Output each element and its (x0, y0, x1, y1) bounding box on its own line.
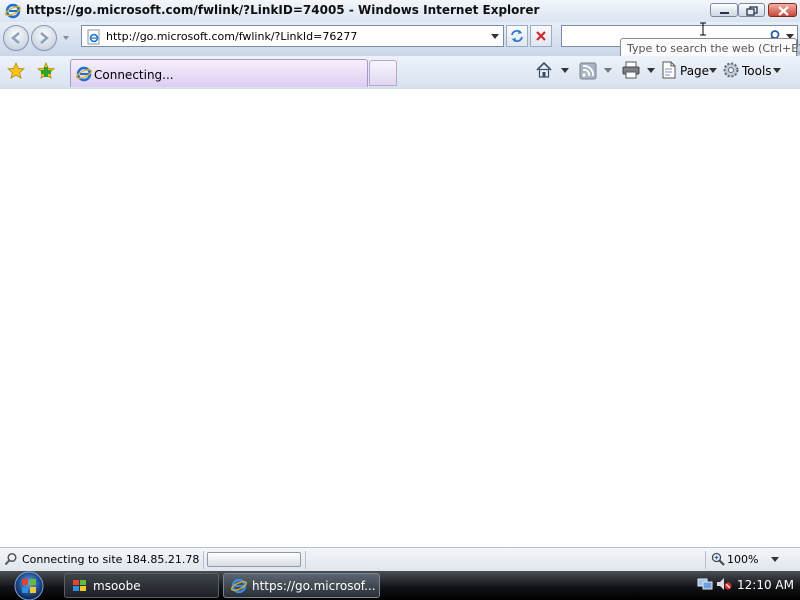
back-button[interactable] (3, 25, 29, 51)
forward-button[interactable] (31, 25, 57, 51)
zoom-icon[interactable] (711, 552, 725, 566)
title-bar: https://go.microsoft.com/fwlink/?LinkID=… (0, 0, 800, 23)
favorites-star-icon[interactable] (7, 62, 25, 80)
taskbar-item-internet-explorer[interactable]: https://go.microsof... (223, 573, 380, 598)
tab-connecting[interactable]: Connecting... (70, 59, 368, 87)
print-dropdown-icon[interactable] (647, 68, 655, 74)
address-dropdown-icon[interactable] (491, 34, 499, 40)
command-bar: Connecting... Page Tools (0, 56, 800, 90)
new-tab-button[interactable] (369, 60, 397, 86)
print-icon[interactable] (622, 61, 640, 79)
text-cursor-icon (700, 22, 706, 36)
search-tooltip: Type to search the web (Ctrl+E) (620, 38, 800, 58)
back-arrow-icon (11, 32, 20, 44)
minimize-button[interactable] (710, 3, 738, 17)
refresh-icon (511, 30, 523, 42)
stop-icon (536, 31, 546, 41)
connecting-search-icon (4, 552, 17, 566)
add-favorites-icon[interactable] (37, 62, 55, 80)
internet-explorer-icon (5, 3, 21, 19)
close-button[interactable] (768, 3, 797, 17)
address-bar[interactable]: http://go.microsoft.com/fwlink/?LinkId=7… (81, 25, 504, 47)
start-button-icon[interactable] (8, 571, 50, 600)
feeds-dropdown-icon[interactable] (604, 68, 612, 74)
internet-explorer-icon (76, 66, 92, 82)
status-divider (705, 551, 706, 569)
taskbar-item-label: msoobe (93, 579, 141, 593)
volume-muted-icon[interactable] (716, 576, 732, 592)
windows-flag-icon (73, 580, 86, 591)
refresh-button[interactable] (506, 25, 528, 47)
tools-menu-label[interactable]: Tools (742, 64, 772, 78)
status-divider (203, 551, 204, 569)
restore-button[interactable] (738, 3, 765, 17)
forward-arrow-icon (40, 32, 49, 44)
page-content[interactable] (0, 89, 800, 547)
status-text: Connecting to site 184.85.21.78 (22, 553, 200, 566)
network-icon[interactable] (697, 576, 713, 592)
page-menu-icon[interactable] (660, 61, 678, 79)
stop-button[interactable] (530, 25, 552, 47)
restore-icon (746, 6, 758, 16)
zoom-level[interactable]: 100% (727, 553, 758, 566)
tools-dropdown-icon[interactable] (773, 68, 781, 74)
feeds-icon[interactable] (579, 62, 597, 80)
gear-icon[interactable] (722, 61, 740, 79)
zoom-dropdown-icon[interactable] (771, 557, 779, 563)
status-divider (305, 551, 306, 569)
home-icon[interactable] (535, 61, 553, 79)
internet-explorer-icon (231, 578, 247, 594)
minimize-icon (720, 12, 729, 14)
address-text[interactable]: http://go.microsoft.com/fwlink/?LinkId=7… (106, 30, 357, 43)
status-bar: Connecting to site 184.85.21.78 100% (0, 547, 800, 572)
taskbar: msoobe https://go.microsof... 12:10 AM (0, 571, 800, 600)
taskbar-item-msoobe[interactable]: msoobe (64, 573, 219, 598)
clock[interactable]: 12:10 AM (737, 578, 794, 592)
taskbar-item-label: https://go.microsof... (252, 579, 376, 593)
recent-pages-dropdown-icon[interactable] (62, 34, 70, 42)
home-dropdown-icon[interactable] (561, 68, 569, 74)
page-dropdown-icon[interactable] (709, 68, 717, 74)
close-icon (778, 6, 789, 16)
page-icon (87, 29, 100, 45)
progress-bar (207, 552, 301, 567)
page-menu-label[interactable]: Page (680, 64, 709, 78)
tab-label: Connecting... (94, 68, 174, 82)
window-title: https://go.microsoft.com/fwlink/?LinkID=… (26, 3, 540, 17)
